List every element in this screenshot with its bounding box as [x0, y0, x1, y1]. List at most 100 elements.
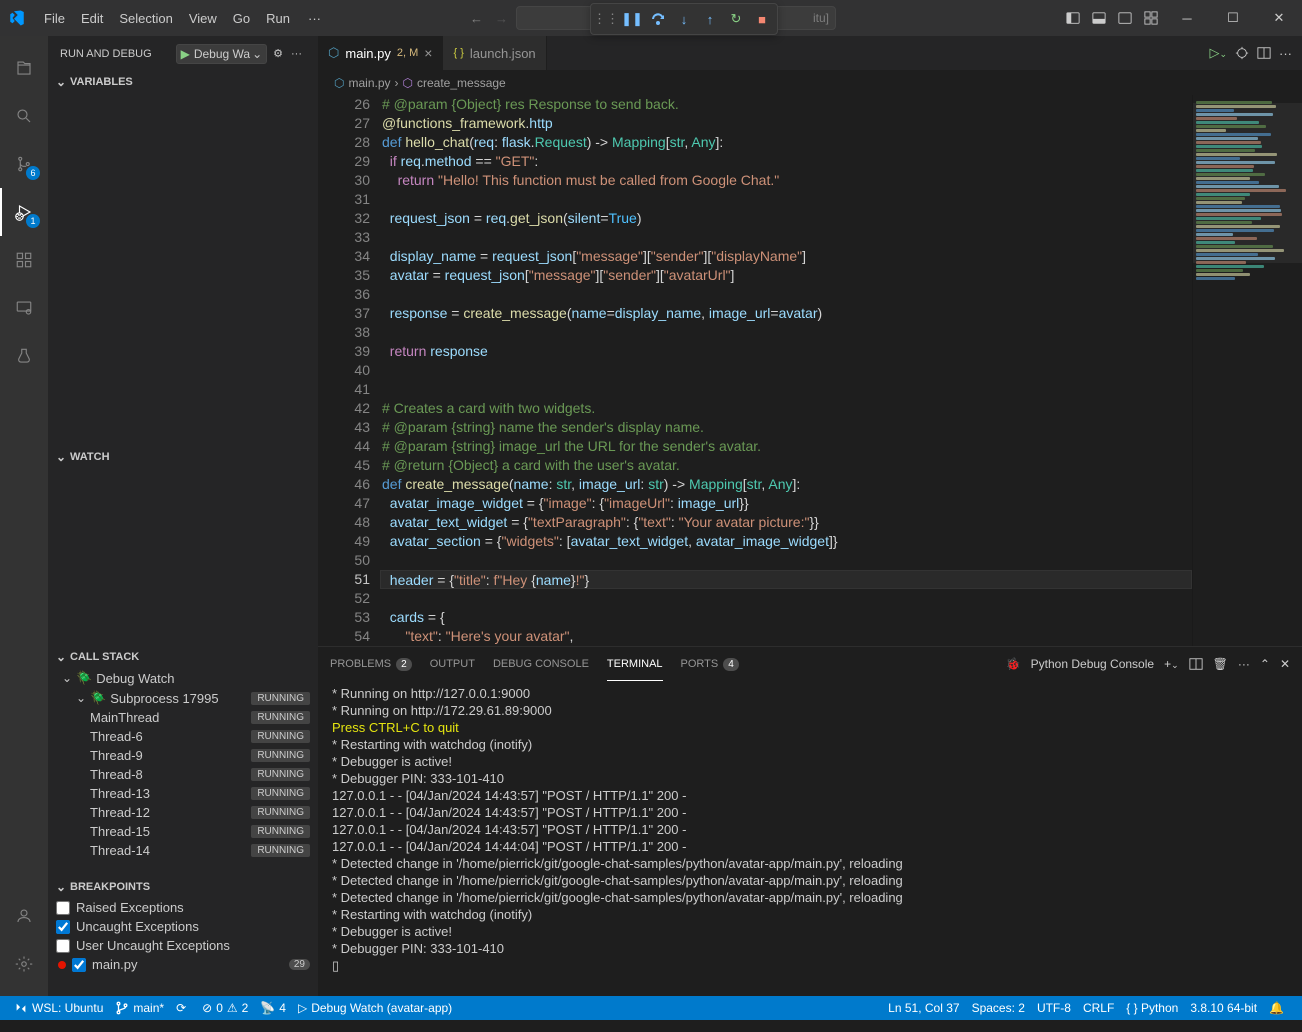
customize-layout-icon[interactable] [1138, 7, 1164, 29]
status-item[interactable]: ⟳ [170, 996, 196, 1020]
maximize-panel-icon[interactable]: ⌃ [1260, 657, 1270, 671]
restart-icon[interactable]: ↻ [723, 6, 749, 32]
callstack-item[interactable]: Thread-6RUNNING [48, 727, 318, 746]
step-into-icon[interactable]: ↓ [671, 6, 697, 32]
callstack-item[interactable]: MainThreadRUNNING [48, 708, 318, 727]
more-icon[interactable]: ··· [1279, 46, 1292, 61]
step-out-icon[interactable]: ↑ [697, 6, 723, 32]
debug-alt-icon[interactable] [1235, 46, 1249, 60]
pause-icon[interactable]: ❚❚ [619, 6, 645, 32]
activity-debug[interactable]: 1 [0, 188, 48, 236]
maximize-icon[interactable]: ☐ [1210, 0, 1256, 36]
activity-testing[interactable] [0, 332, 48, 380]
activity-scm[interactable]: 6 [0, 140, 48, 188]
breakpoint-item[interactable]: User Uncaught Exceptions [48, 936, 318, 955]
activity-remote[interactable] [0, 284, 48, 332]
minimap[interactable] [1192, 95, 1302, 646]
status-item[interactable]: UTF-8 [1031, 996, 1077, 1020]
tab-main-py[interactable]: ⬡main.py2, M× [318, 36, 443, 70]
callstack-item[interactable]: Thread-8RUNNING [48, 765, 318, 784]
tab-problems[interactable]: PROBLEMS2 [330, 653, 412, 676]
stop-icon[interactable]: ■ [749, 6, 775, 32]
new-terminal-icon[interactable]: +⌄ [1164, 657, 1179, 671]
breakpoints-header[interactable]: ⌄BREAKPOINTS [48, 876, 318, 898]
run-icon[interactable]: ▷⌄ [1209, 45, 1227, 61]
close-tab-icon[interactable]: × [424, 45, 432, 61]
status-item[interactable]: WSL: Ubuntu [8, 996, 109, 1020]
toggle-panel-right-icon[interactable] [1112, 7, 1138, 29]
activity-extensions[interactable] [0, 236, 48, 284]
code-editor[interactable]: 2627282930313233343536373839404142434445… [318, 95, 1192, 646]
callstack-item[interactable]: Thread-13RUNNING [48, 784, 318, 803]
close-icon[interactable]: ✕ [1256, 0, 1302, 36]
activity-account[interactable] [0, 892, 48, 940]
callstack-item[interactable]: Thread-12RUNNING [48, 803, 318, 822]
callstack-label: Thread-12 [90, 805, 150, 820]
tab-debug-console[interactable]: DEBUG CONSOLE [493, 653, 589, 675]
activity-search[interactable] [0, 92, 48, 140]
nav-forward-icon[interactable]: → [491, 7, 512, 30]
breadcrumb[interactable]: ⬡ main.py › ⬡ create_message [318, 71, 1302, 95]
symbol-method-icon: ⬡ [403, 76, 413, 90]
more-icon[interactable]: ··· [1238, 657, 1250, 671]
terminal[interactable]: * Running on http://127.0.0.1:9000 * Run… [318, 681, 1302, 996]
menu-file[interactable]: File [36, 7, 73, 30]
callstack-item[interactable]: Thread-14RUNNING [48, 841, 318, 860]
tab-ports[interactable]: PORTS4 [681, 653, 739, 676]
menu-selection[interactable]: Selection [111, 7, 180, 30]
callstack-item[interactable]: Thread-9RUNNING [48, 746, 318, 765]
status-item[interactable]: Ln 51, Col 37 [882, 996, 965, 1020]
split-editor-icon[interactable] [1257, 46, 1271, 60]
callstack-header[interactable]: ⌄CALL STACK [48, 646, 318, 668]
editor-tabs: ⬡main.py2, M×{ }launch.json ▷⌄ ··· [318, 36, 1302, 71]
watch-header[interactable]: ⌄WATCH [48, 446, 318, 468]
menu-run[interactable]: Run [258, 7, 298, 30]
callstack-item[interactable]: ⌄🪲Subprocess 17995RUNNING [48, 688, 318, 708]
breakpoint-item[interactable]: main.py29 [48, 955, 318, 974]
status-badge: RUNNING [251, 692, 310, 705]
tab-terminal[interactable]: TERMINAL [607, 653, 663, 675]
activity-explorer[interactable] [0, 44, 48, 92]
status-item[interactable]: main* [109, 996, 170, 1020]
gear-icon[interactable]: ⚙ [273, 47, 283, 60]
menu-view[interactable]: View [181, 7, 225, 30]
menu-more[interactable]: ··· [300, 7, 329, 30]
minimize-icon[interactable]: ─ [1164, 0, 1210, 36]
status-item[interactable]: 🔔 [1263, 996, 1294, 1020]
step-over-icon[interactable] [645, 6, 671, 32]
activity-settings[interactable] [0, 940, 48, 988]
tab-label: launch.json [470, 46, 536, 61]
sidebar-title-label: RUN AND DEBUG [60, 48, 152, 60]
split-terminal-icon[interactable] [1189, 657, 1203, 671]
variables-header[interactable]: ⌄VARIABLES [48, 71, 318, 93]
breakpoint-item[interactable]: Raised Exceptions [48, 898, 318, 917]
tab-launch-json[interactable]: { }launch.json [443, 36, 546, 70]
tab-output[interactable]: OUTPUT [430, 653, 475, 675]
more-icon[interactable]: ··· [287, 48, 306, 60]
debug-badge: 1 [26, 214, 40, 228]
menu-go[interactable]: Go [225, 7, 258, 30]
status-item[interactable]: CRLF [1077, 996, 1120, 1020]
menu-edit[interactable]: Edit [73, 7, 111, 30]
breakpoint-checkbox[interactable] [72, 958, 86, 972]
status-item[interactable]: 3.8.10 64-bit [1184, 996, 1263, 1020]
drag-handle-icon[interactable]: ⋮⋮ [593, 6, 619, 32]
status-item[interactable]: { } Python [1120, 996, 1184, 1020]
kill-terminal-icon[interactable]: 🗑 [1213, 657, 1228, 671]
nav-back-icon[interactable]: ← [466, 7, 487, 30]
status-item[interactable]: 📡4 [254, 996, 292, 1020]
status-item[interactable]: Spaces: 2 [966, 996, 1031, 1020]
terminal-name[interactable]: Python Debug Console [1031, 657, 1154, 671]
breakpoint-checkbox[interactable] [56, 920, 70, 934]
callstack-item[interactable]: ⌄🪲Debug Watch [48, 668, 318, 688]
close-panel-icon[interactable]: ✕ [1280, 657, 1290, 671]
toggle-panel-left-icon[interactable] [1060, 7, 1086, 29]
status-item[interactable]: ⊘0⚠2 [196, 996, 254, 1020]
callstack-item[interactable]: Thread-15RUNNING [48, 822, 318, 841]
toggle-panel-bottom-icon[interactable] [1086, 7, 1112, 29]
breakpoint-checkbox[interactable] [56, 939, 70, 953]
status-item[interactable]: ▷Debug Watch (avatar-app) [292, 996, 458, 1020]
breakpoint-checkbox[interactable] [56, 901, 70, 915]
breakpoint-item[interactable]: Uncaught Exceptions [48, 917, 318, 936]
debug-config-selector[interactable]: ▶ Debug Wa ⌄ [176, 44, 268, 64]
